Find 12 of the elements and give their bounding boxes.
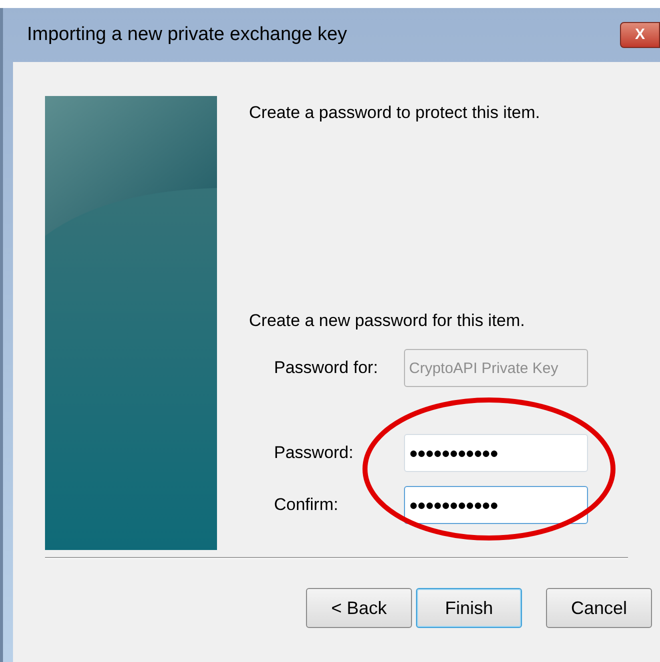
intro-text: Create a password to protect this item. [249,102,542,124]
window-title: Importing a new private exchange key [27,22,348,47]
field-label: Password for: [274,357,379,380]
input-field[interactable]: ●●●●●●●●●●● [404,486,588,524]
field-label: Confirm: [274,494,340,516]
dialog-button[interactable]: < Back [306,588,412,628]
section-text: Create a new password for this item. [249,310,526,332]
input-field[interactable]: ●●●●●●●●●●● [404,434,588,472]
dialog-button[interactable]: Cancel [546,588,652,628]
field-label: Password: [274,442,354,464]
close-button[interactable]: X [620,22,660,48]
dialog-button[interactable]: Finish [416,588,522,628]
